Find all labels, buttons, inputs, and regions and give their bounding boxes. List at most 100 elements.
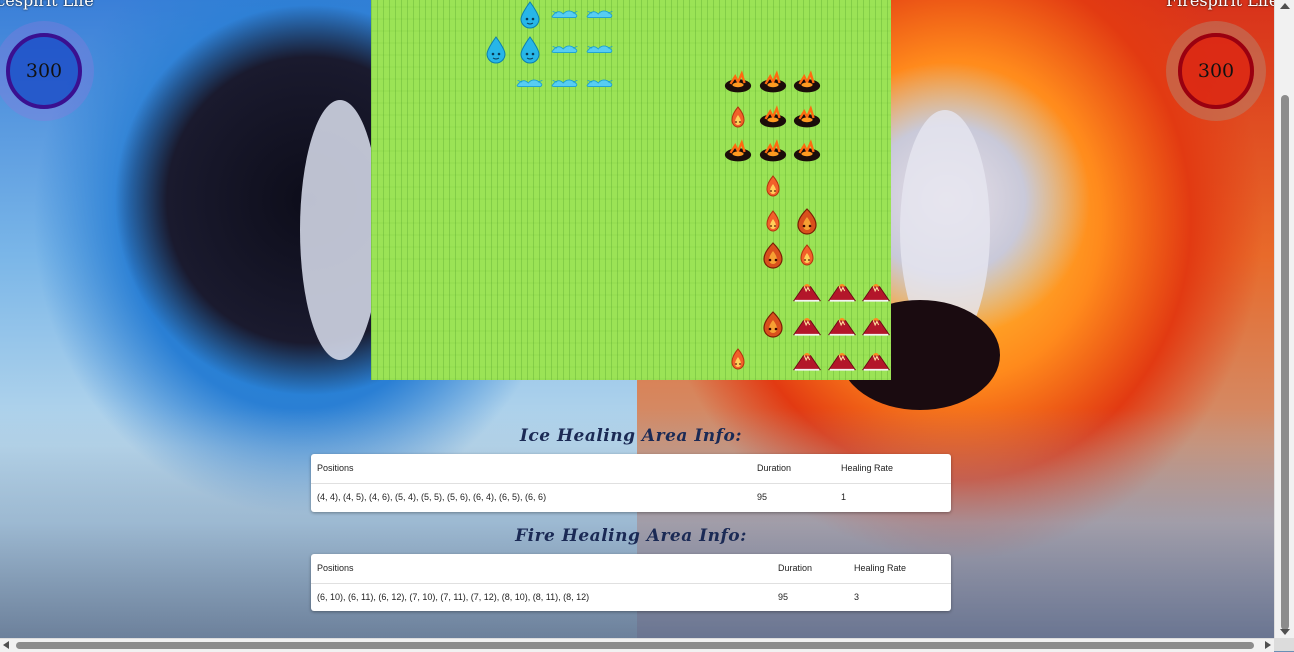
table-header-row: Positions Duration Healing Rate — [311, 554, 951, 584]
ice-cloud-piece[interactable] — [513, 66, 547, 100]
volcano-piece[interactable] — [859, 274, 891, 308]
volcano-icon — [827, 318, 856, 336]
water-drop-piece[interactable] — [479, 32, 513, 66]
header-healing-rate: Healing Rate — [854, 563, 907, 573]
lava-rock-icon — [794, 105, 821, 128]
volcano-icon — [827, 283, 856, 302]
scroll-down-icon[interactable] — [1280, 629, 1290, 635]
table-row: (4, 4), (4, 5), (4, 6), (5, 4), (5, 5), … — [311, 483, 951, 512]
volcano-icon — [793, 352, 822, 371]
lava-rock-piece[interactable] — [721, 135, 755, 169]
lava-rock-piece[interactable] — [721, 66, 755, 100]
header-duration: Duration — [778, 563, 813, 573]
water-drop-icon — [520, 35, 540, 64]
volcano-piece[interactable] — [859, 308, 891, 342]
volcano-piece[interactable] — [790, 274, 824, 308]
water-drop-icon — [486, 35, 506, 64]
ice-cloud-icon — [551, 79, 578, 88]
volcano-icon — [793, 318, 822, 336]
fire-spirit-piece[interactable] — [790, 205, 824, 239]
volcano-icon — [827, 352, 856, 371]
volcano-icon — [862, 318, 891, 336]
small-flame-icon — [731, 106, 745, 128]
fire-life-counter: 300 — [1178, 33, 1254, 109]
lava-rock-piece[interactable] — [790, 101, 824, 135]
fire-spirit-piece[interactable] — [756, 239, 790, 273]
ice-cloud-piece[interactable] — [583, 0, 617, 31]
lava-rock-piece[interactable] — [756, 101, 790, 135]
volcano-icon — [862, 352, 891, 371]
scroll-left-icon[interactable] — [3, 641, 9, 649]
vertical-scrollbar[interactable] — [1274, 0, 1294, 638]
small-flame-icon — [766, 175, 780, 197]
header-healing-rate: Healing Rate — [841, 463, 894, 473]
ice-cloud-piece[interactable] — [548, 0, 582, 31]
small-flame-piece[interactable] — [756, 170, 790, 204]
lava-rock-piece[interactable] — [790, 66, 824, 100]
background-orb-left — [300, 100, 380, 360]
horizontal-scrollbar[interactable] — [0, 638, 1274, 652]
lava-rock-icon — [794, 139, 821, 162]
small-flame-piece[interactable] — [790, 239, 824, 273]
lava-rock-piece[interactable] — [790, 135, 824, 169]
ice-info-table: Positions Duration Healing Rate (4, 4), … — [311, 454, 951, 512]
cell-positions: (4, 4), (4, 5), (4, 6), (5, 4), (5, 5), … — [317, 492, 547, 502]
cell-duration: 95 — [757, 492, 768, 502]
ice-life-label: Icespirit Life — [0, 0, 94, 10]
ice-cloud-piece[interactable] — [548, 66, 582, 100]
cell-healing-rate: 3 — [854, 592, 860, 602]
fire-info-title: Fire Healing Area Info: — [515, 526, 747, 546]
small-flame-icon — [731, 348, 745, 370]
small-flame-piece[interactable] — [756, 205, 790, 239]
vertical-scroll-thumb[interactable] — [1281, 95, 1289, 630]
lava-rock-icon — [759, 139, 786, 162]
lava-rock-icon — [794, 70, 821, 93]
fire-spirit-piece[interactable] — [756, 308, 790, 342]
table-header-row: Positions Duration Healing Rate — [311, 454, 951, 484]
ice-life-counter: 300 — [6, 33, 82, 109]
ice-cloud-icon — [551, 10, 578, 18]
horizontal-scroll-thumb[interactable] — [16, 642, 1254, 649]
ice-cloud-icon — [586, 45, 613, 53]
lava-rock-piece[interactable] — [756, 66, 790, 100]
header-positions: Positions — [317, 563, 354, 573]
lava-rock-icon — [759, 70, 786, 93]
cell-positions: (6, 10), (6, 11), (6, 12), (7, 10), (7, … — [317, 592, 590, 602]
cell-healing-rate: 1 — [841, 492, 847, 502]
ice-cloud-piece[interactable] — [583, 66, 617, 100]
lava-rock-piece[interactable] — [756, 135, 790, 169]
table-row: (6, 10), (6, 11), (6, 12), (7, 10), (7, … — [311, 583, 951, 612]
small-flame-icon — [766, 209, 780, 232]
fire-spirit-icon — [762, 242, 783, 269]
volcano-piece[interactable] — [825, 343, 859, 377]
ice-cloud-icon — [551, 45, 578, 53]
volcano-piece[interactable] — [825, 274, 859, 308]
ice-cloud-icon — [517, 79, 543, 88]
scroll-up-icon[interactable] — [1280, 3, 1290, 9]
fire-spirit-icon — [762, 311, 783, 338]
water-drop-icon — [520, 1, 540, 29]
lava-rock-icon — [724, 70, 752, 93]
fire-info-table: Positions Duration Healing Rate (6, 10),… — [311, 554, 951, 611]
water-drop-piece[interactable] — [513, 0, 547, 31]
small-flame-piece[interactable] — [721, 343, 755, 377]
header-duration: Duration — [757, 463, 792, 473]
game-board[interactable] — [371, 0, 891, 380]
ice-info-title: Ice Healing Area Info: — [519, 426, 743, 446]
volcano-icon — [862, 283, 891, 302]
scrollbar-corner — [1274, 638, 1294, 651]
ice-cloud-piece[interactable] — [548, 32, 582, 66]
volcano-piece[interactable] — [790, 308, 824, 342]
cell-duration: 95 — [778, 592, 789, 602]
volcano-piece[interactable] — [790, 343, 824, 377]
fire-life-label: Firespirit Life — [1166, 0, 1279, 10]
scroll-right-icon[interactable] — [1265, 641, 1271, 649]
ice-cloud-piece[interactable] — [583, 32, 617, 66]
volcano-piece[interactable] — [825, 308, 859, 342]
volcano-piece[interactable] — [859, 343, 891, 377]
water-drop-piece[interactable] — [513, 32, 547, 66]
volcano-icon — [793, 283, 822, 302]
small-flame-icon — [800, 244, 814, 266]
lava-rock-icon — [724, 139, 752, 162]
small-flame-piece[interactable] — [721, 101, 755, 135]
